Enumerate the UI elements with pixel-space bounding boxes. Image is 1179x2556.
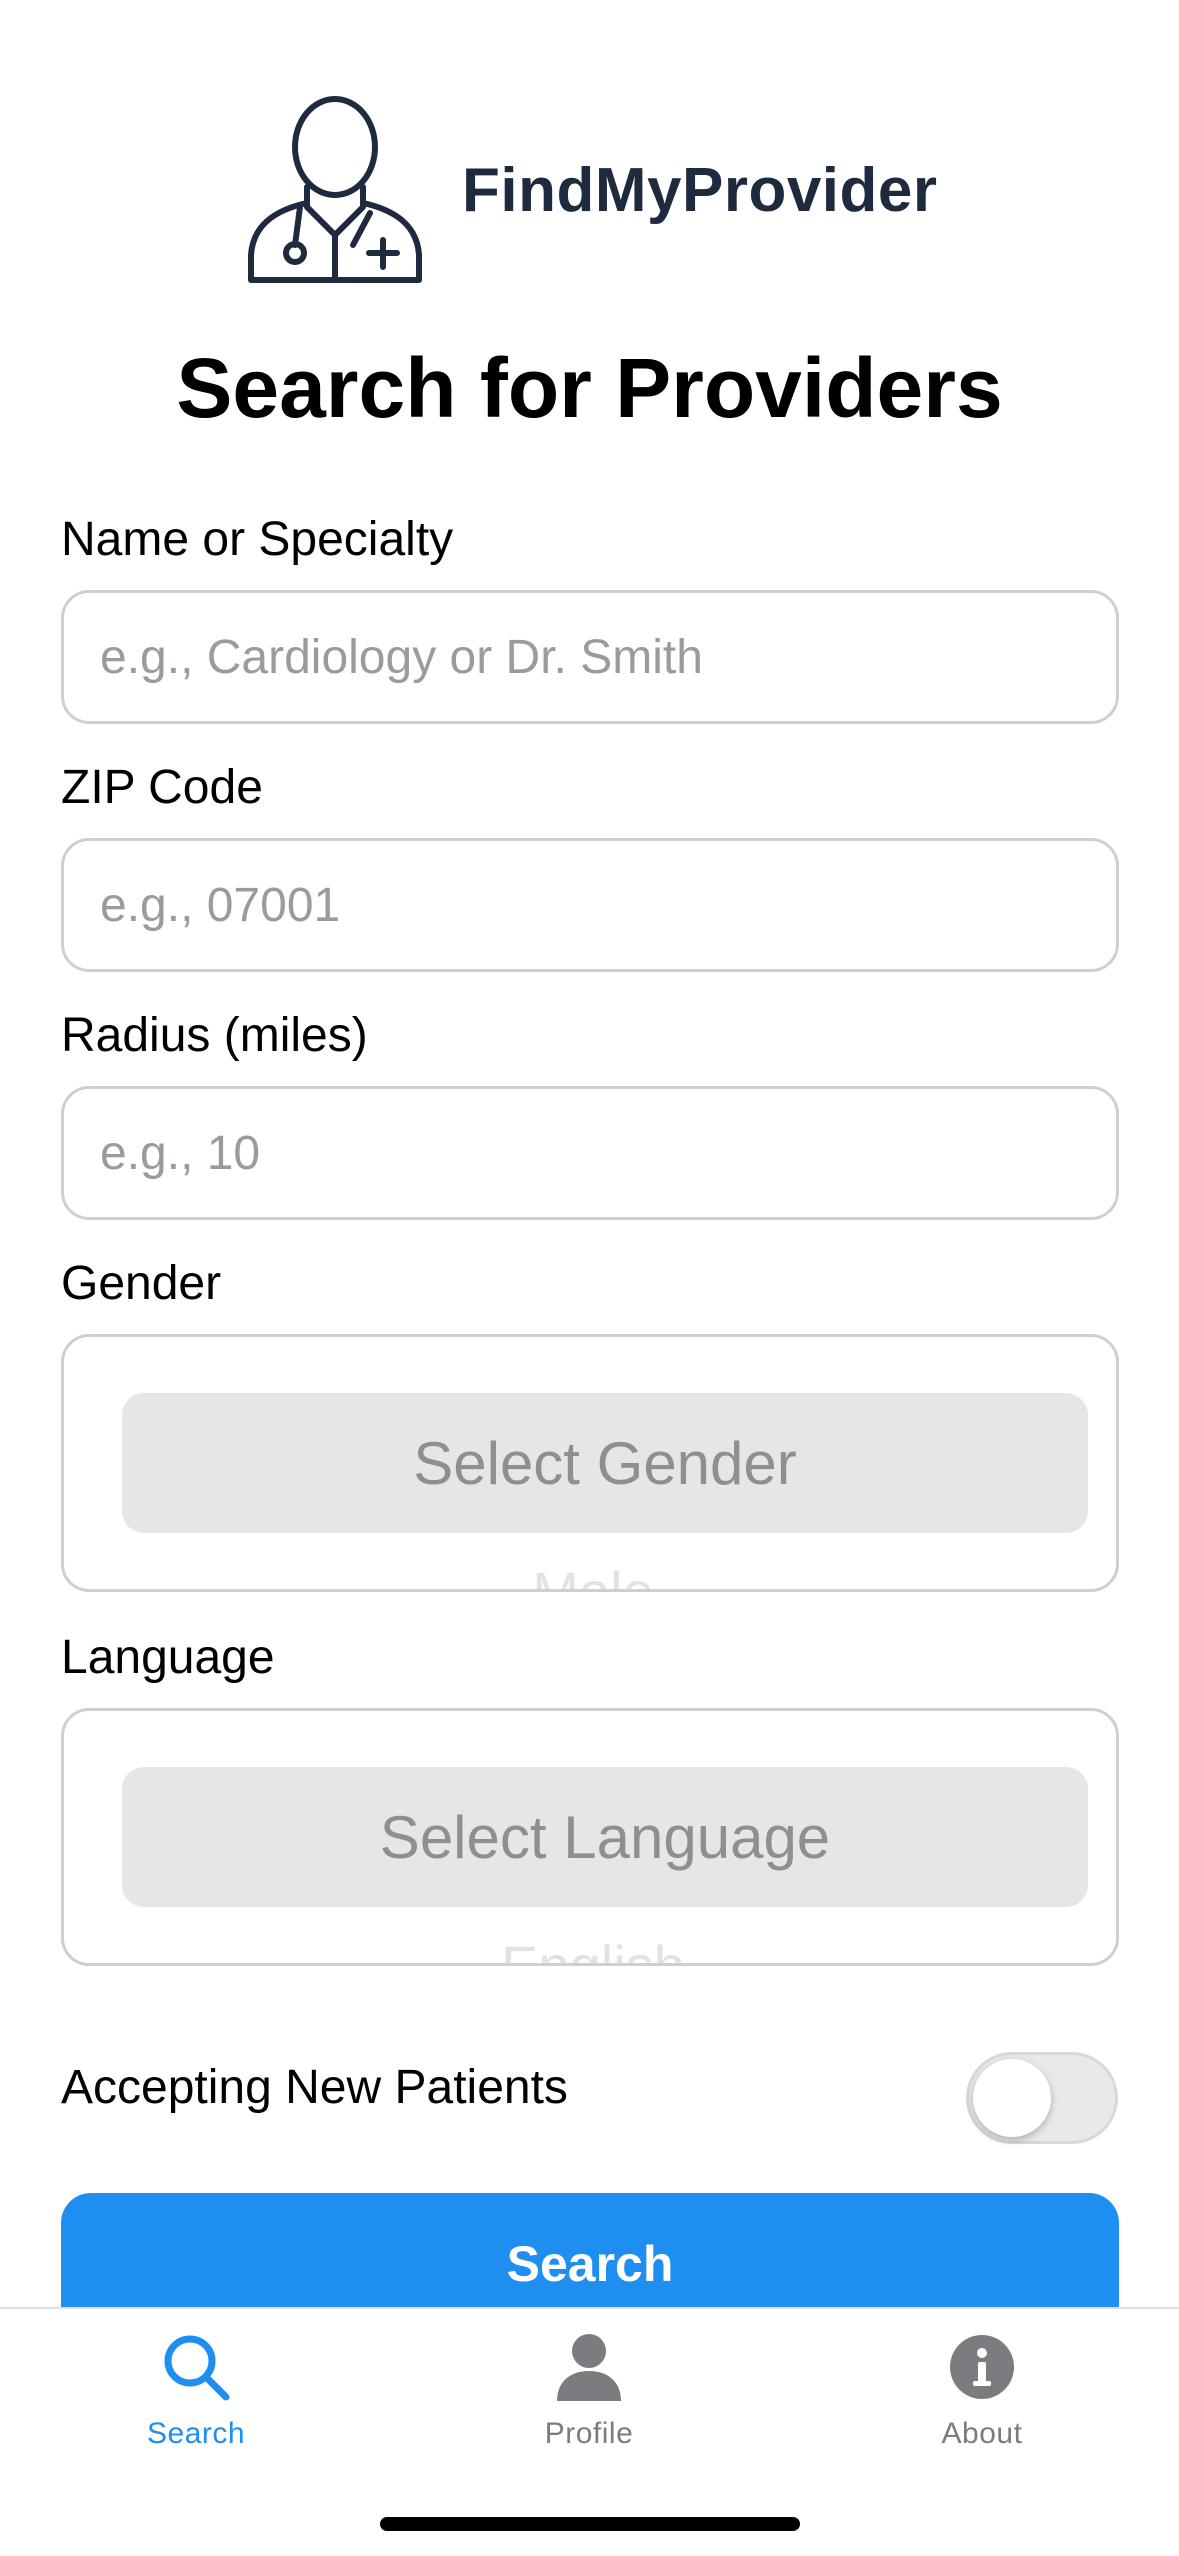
search-icon [164, 2335, 230, 2401]
toggle-knob [973, 2059, 1051, 2137]
tab-about-label: About [941, 2417, 1023, 2450]
name-specialty-label: Name or Specialty [61, 513, 454, 566]
radius-input[interactable] [61, 1086, 1119, 1220]
gender-label: Gender [61, 1257, 222, 1310]
tab-search[interactable]: Search [76, 2329, 316, 2469]
app-header: FindMyProvider [0, 95, 1179, 295]
tab-about[interactable]: About [862, 2329, 1102, 2469]
radius-label: Radius (miles) [61, 1009, 368, 1062]
gender-picker-selected[interactable]: Select Gender [122, 1393, 1088, 1533]
accepting-new-patients-toggle[interactable] [966, 2052, 1118, 2144]
tab-profile[interactable]: Profile [469, 2329, 709, 2469]
tab-profile-label: Profile [544, 2417, 634, 2450]
tab-search-label: Search [146, 2417, 246, 2450]
language-picker[interactable]: Select Language English [61, 1708, 1119, 1966]
language-picker-next-option[interactable]: English [64, 1933, 1116, 1963]
gender-picker-next-option[interactable]: Male [64, 1559, 1116, 1589]
language-picker-selected[interactable]: Select Language [122, 1767, 1088, 1907]
language-label: Language [61, 1631, 275, 1684]
name-specialty-input[interactable] [61, 590, 1119, 724]
person-icon [557, 2334, 621, 2401]
doctor-icon [248, 96, 422, 283]
page-title: Search for Providers [176, 341, 1003, 435]
accepting-new-patients-label: Accepting New Patients [61, 2061, 568, 2114]
zip-code-label: ZIP Code [61, 761, 263, 814]
brand-name: FindMyProvider [462, 156, 938, 225]
zip-code-input[interactable] [61, 838, 1119, 972]
info-icon [950, 2335, 1014, 2399]
gender-picker[interactable]: Select Gender Male [61, 1334, 1119, 1592]
home-indicator[interactable] [380, 2517, 800, 2531]
